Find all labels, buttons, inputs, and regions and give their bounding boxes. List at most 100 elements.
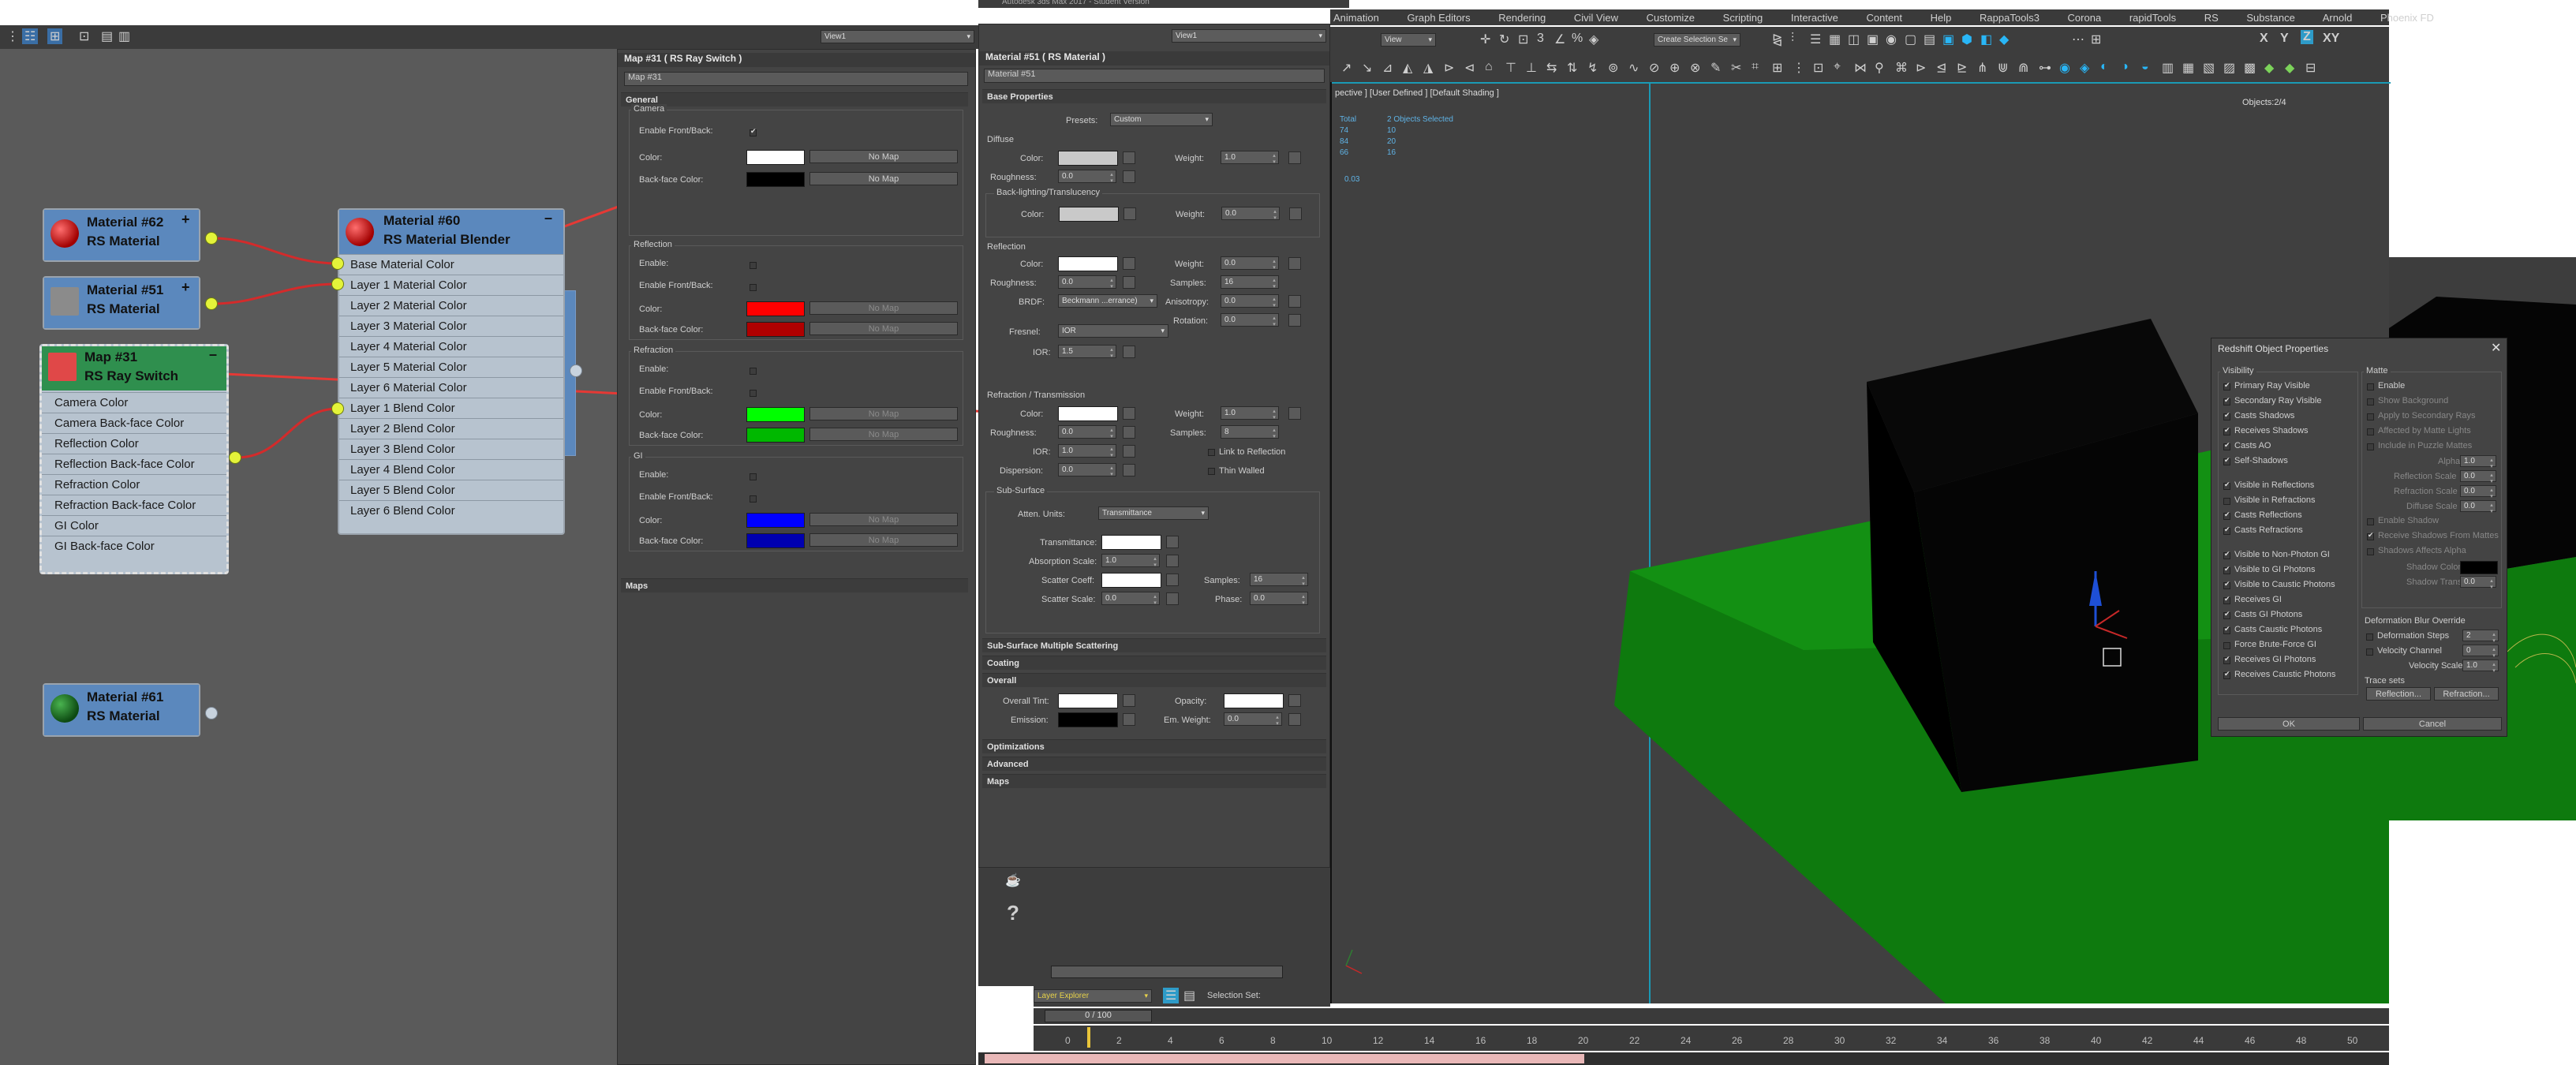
trace-reflection-button[interactable]: Reflection... (2366, 687, 2431, 701)
node-map-31[interactable]: Map #31 RS Ray Switch – Camera Color Cam… (39, 344, 229, 574)
tool-icon-3[interactable]: ⊿ (1382, 60, 1393, 76)
anisotropy-map[interactable] (1288, 295, 1301, 308)
show-background-checkbox[interactable] (2367, 398, 2374, 405)
mirror-icon[interactable]: ⧎ (1772, 32, 1782, 47)
tool-icon-9[interactable]: ⊤ (1505, 60, 1516, 76)
gi-enable-checkbox[interactable] (750, 473, 757, 480)
tool-icon-1[interactable]: ↗ (1341, 60, 1352, 76)
section-overall[interactable]: Overall (982, 673, 1326, 687)
input-pin-layer1[interactable] (331, 278, 344, 290)
slot-layer6-material[interactable]: Layer 6 Material Color (339, 377, 563, 398)
backlight-color-swatch[interactable] (1059, 207, 1119, 222)
tool-icon-40[interactable]: ◒ (2141, 60, 2149, 74)
help-icon[interactable]: ? (1007, 901, 1019, 925)
dispersion-map[interactable] (1123, 464, 1135, 476)
refraction-ior-spinner[interactable]: 1.0 (1058, 444, 1116, 458)
horizontal-scrollbar[interactable] (1051, 966, 1283, 978)
emission-swatch[interactable] (1058, 712, 1118, 727)
emission-weight-map[interactable] (1288, 713, 1301, 726)
reflection-weight-spinner[interactable]: 0.0 (1221, 256, 1279, 271)
select-move-icon[interactable]: ✛ (1480, 32, 1490, 47)
velocity-channel-checkbox[interactable] (2366, 648, 2373, 656)
rotation-spinner[interactable]: 0.0 (1221, 313, 1279, 327)
receives-gi-photons-checkbox[interactable] (2223, 655, 2230, 664)
tool-icon-46[interactable]: ◆ (2264, 60, 2274, 76)
refraction-color-swatch[interactable] (1058, 406, 1118, 421)
menu-content[interactable]: Content (1866, 12, 1902, 24)
diffuse-roughness-spinner[interactable]: 0.0 (1058, 170, 1116, 184)
section-maps[interactable]: Maps (982, 774, 1326, 788)
refraction-roughness-spinner[interactable]: 0.0 (1058, 425, 1116, 439)
tool-icon-8[interactable]: ⌂ (1485, 60, 1493, 74)
visible-gi-photons-checkbox[interactable] (2223, 565, 2230, 574)
dispersion-spinner[interactable]: 0.0 (1058, 463, 1116, 477)
tool-icon-31[interactable]: ⊵ (1957, 60, 1967, 76)
refraction-color-map-button[interactable]: No Map (809, 407, 958, 420)
tool-icon-32[interactable]: ⋔ (1977, 60, 1987, 76)
gi-backface-map-button[interactable]: No Map (809, 533, 958, 547)
visible-in-reflections-checkbox[interactable] (2223, 480, 2230, 490)
refraction-frontback-checkbox[interactable] (750, 390, 757, 397)
casts-shadows-checkbox[interactable] (2223, 411, 2230, 420)
axis-xy[interactable]: XY (2323, 32, 2339, 46)
menu-arnold[interactable]: Arnold (2323, 12, 2353, 24)
emission-weight-spinner[interactable]: 0.0 (1224, 712, 1282, 727)
slot-layer6-blend[interactable]: Layer 6 Blend Color (339, 500, 563, 521)
axis-x[interactable]: X (2260, 32, 2268, 46)
camera-color-swatch[interactable] (746, 150, 805, 165)
velocity-channel-spinner[interactable]: 0 (2462, 645, 2499, 659)
schematic-icon[interactable]: ▣ (1867, 32, 1879, 47)
slot-layer5-blend[interactable]: Layer 5 Blend Color (339, 480, 563, 500)
reflection-enable-checkbox[interactable] (750, 262, 757, 269)
reflection-color-swatch[interactable] (746, 301, 805, 316)
expand-icon[interactable]: + (181, 211, 190, 228)
velocity-scale-spinner[interactable]: 1.0 (2462, 660, 2499, 674)
reflection-color-map[interactable] (1123, 257, 1135, 270)
tool-icon-10[interactable]: ⊥ (1526, 60, 1537, 76)
link-to-reflection-checkbox[interactable] (1208, 449, 1215, 456)
render-icon[interactable]: ▣ (1942, 32, 1954, 47)
node-material-61[interactable]: Material #61 RS Material (43, 683, 200, 737)
include-puzzle-mattes-checkbox[interactable] (2367, 443, 2374, 450)
grid-icon[interactable]: ⋯ (2072, 32, 2084, 47)
visible-in-refractions-checkbox[interactable] (2223, 498, 2230, 505)
section-sss-multiple[interactable]: Sub-Surface Multiple Scattering (982, 638, 1326, 652)
slot-layer1-material[interactable]: Layer 1 Material Color (339, 275, 563, 295)
section-optimizations[interactable]: Optimizations (982, 739, 1326, 753)
tool-icon-6[interactable]: ⊳ (1444, 60, 1454, 76)
receives-caustic-photons-checkbox[interactable] (2223, 670, 2230, 679)
slot-layer4-material[interactable]: Layer 4 Material Color (339, 336, 563, 357)
axis-z[interactable]: Z (2301, 30, 2313, 44)
menu-rs[interactable]: RS (2204, 12, 2219, 24)
selection-set-dropdown[interactable]: Create Selection Se (1654, 33, 1740, 47)
reflection-weight-map[interactable] (1288, 257, 1301, 270)
atten-units-dropdown[interactable]: Transmittance (1098, 506, 1209, 520)
slot-reflection-color[interactable]: Reflection Color (42, 433, 226, 454)
section-general[interactable]: General (621, 92, 968, 106)
shadow-affects-alpha-checkbox[interactable] (2367, 548, 2374, 555)
tool-icon-22[interactable]: ⊞ (1772, 60, 1782, 76)
receive-shadows-mattes-checkbox[interactable] (2367, 531, 2374, 540)
sss-samples-spinner[interactable]: 16 (1250, 573, 1308, 587)
tool-icon-13[interactable]: ↯ (1587, 60, 1598, 76)
layer-toggle-icon[interactable]: ☰ (1163, 988, 1180, 1003)
tool-icon-21[interactable]: ⌗ (1752, 60, 1759, 74)
casts-refractions-checkbox[interactable] (2223, 525, 2230, 535)
tool-icon-28[interactable]: ⌘ (1895, 60, 1908, 76)
menu-corona[interactable]: Corona (2068, 12, 2102, 24)
deformation-steps-checkbox[interactable] (2366, 633, 2373, 641)
layer-explorer-dropdown[interactable]: Layer Explorer (1034, 989, 1152, 1003)
tool-icon-39[interactable]: ◑ (2121, 60, 2129, 74)
tool-icon-26[interactable]: ⋈ (1854, 60, 1867, 76)
gi-backface-swatch[interactable] (746, 533, 805, 548)
refraction-color-swatch[interactable] (746, 407, 805, 422)
tool-icon-34[interactable]: ⋒ (2018, 60, 2028, 76)
opacity-swatch[interactable] (1224, 693, 1284, 708)
transmittance-swatch[interactable] (1101, 535, 1161, 550)
rotation-map[interactable] (1288, 314, 1301, 327)
diffuse-weight-spinner[interactable]: 1.0 (1221, 151, 1279, 165)
output-pin-map31[interactable] (229, 451, 241, 464)
receives-gi-checkbox[interactable] (2223, 595, 2230, 604)
reflection-samples-spinner[interactable]: 16 (1221, 275, 1279, 290)
reflection-scale-spinner[interactable]: 0.0 (2460, 470, 2496, 484)
